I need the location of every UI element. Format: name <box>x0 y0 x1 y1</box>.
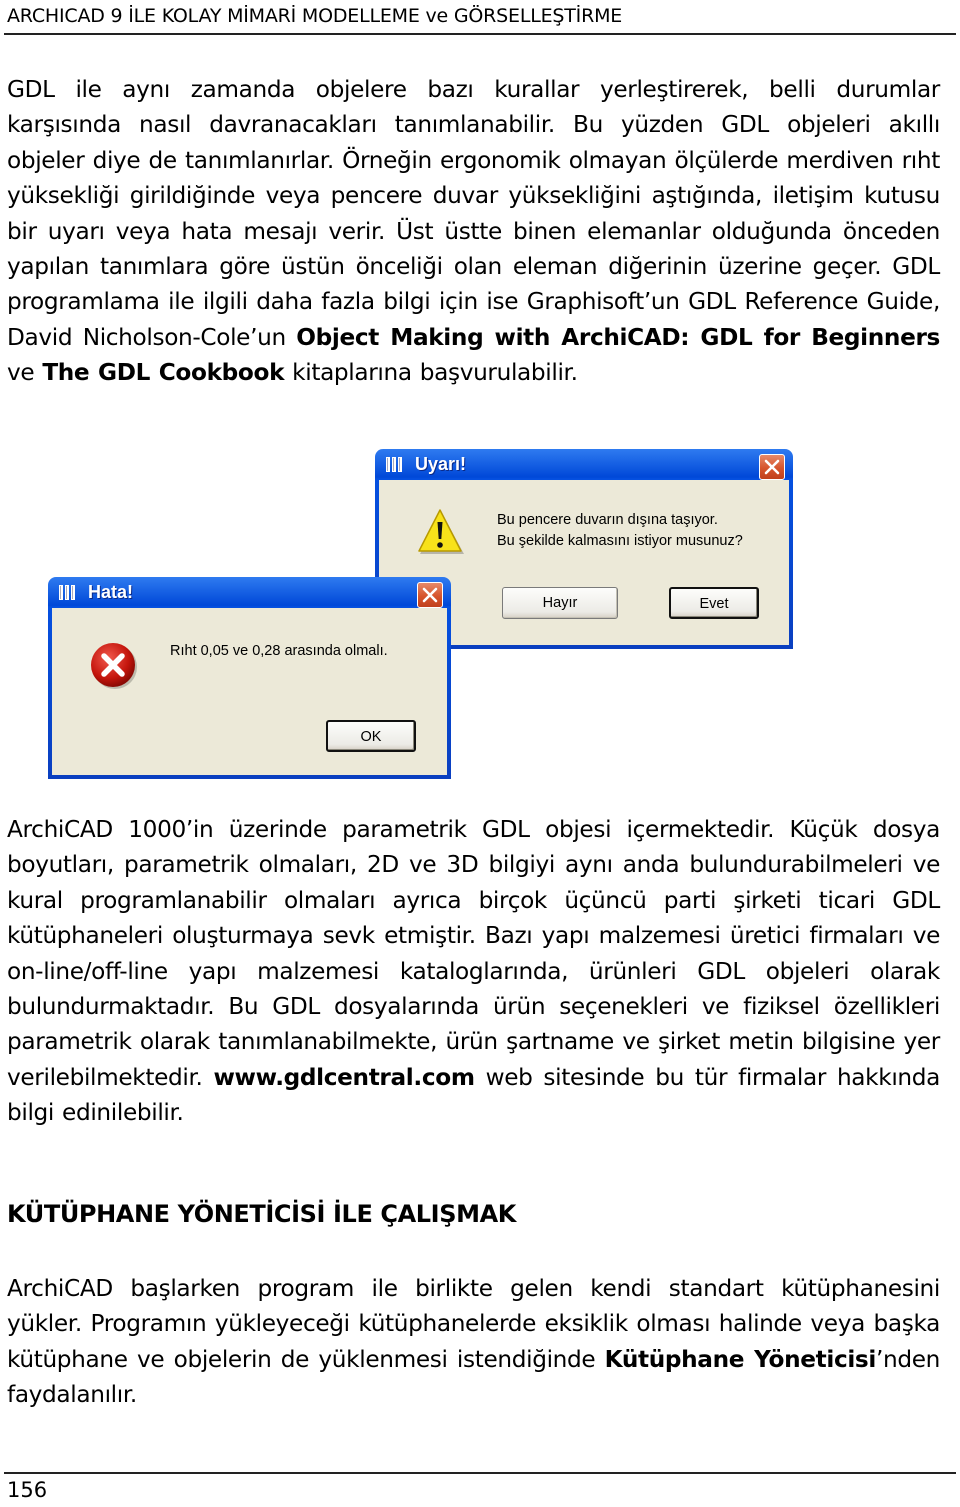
warning-message-line: Bu pencere duvarın dışına taşıyor. <box>497 512 718 528</box>
warning-triangle-icon <box>418 509 464 554</box>
book-title-object-making: Object Making with ArchiCAD: GDL for Beg… <box>296 323 940 351</box>
gdlcentral-link[interactable]: www.gdlcentral.com <box>213 1064 475 1091</box>
yes-button[interactable]: Evet <box>669 587 759 619</box>
warning-dialog-title: Uyarı! <box>415 454 467 474</box>
paragraph-gdl-library: ArchiCAD 1000’in üzerinde parametrik GDL… <box>7 812 940 1131</box>
paragraph-library-manager: ArchiCAD başlarken program ile birlikte … <box>7 1271 940 1413</box>
error-dialog-close-button[interactable] <box>417 582 443 608</box>
page-number: 156 <box>7 1478 48 1502</box>
paragraph-text: kitaplarına başvurulabilir. <box>284 359 578 387</box>
error-circle-icon <box>91 643 137 689</box>
footer-rule <box>4 1472 956 1474</box>
error-message: Rıht 0,05 ve 0,28 arasında olmalı. <box>170 643 388 659</box>
ok-button[interactable]: OK <box>326 720 416 752</box>
warning-message: Bu pencere duvarın dışına taşıyor. Bu şe… <box>497 510 743 552</box>
paragraph-text: ve <box>7 359 43 387</box>
warning-message-line: Bu şekilde kalmasını istiyor musunuz? <box>497 533 743 549</box>
error-dialog-titlebar[interactable]: Hata! <box>52 577 447 608</box>
no-button[interactable]: Hayır <box>502 587 618 619</box>
error-dialog-title: Hata! <box>88 582 134 602</box>
header-rule <box>4 33 956 35</box>
book-title-gdl-cookbook: The GDL Cookbook <box>42 359 285 387</box>
archicad-app-icon <box>59 585 75 600</box>
paragraph-gdl-rules: GDL ile aynı zamanda objelere bazı kural… <box>7 72 940 391</box>
paragraph-text: GDL ile aynı zamanda objelere bazı kural… <box>7 76 940 351</box>
running-header: ARCHICAD 9 İLE KOLAY MİMARİ MODELLEME ve… <box>7 5 623 27</box>
close-icon <box>422 587 438 603</box>
warning-dialog-close-button[interactable] <box>759 454 785 480</box>
close-icon <box>764 459 780 475</box>
error-dialog: Hata! Rıht 0,05 ve 0,28 arasında olmalı.… <box>48 577 451 779</box>
error-dialog-body: Rıht 0,05 ve 0,28 arasında olmalı. OK <box>52 608 447 775</box>
section-heading: KÜTÜPHANE YÖNETİCİSİ İLE ÇALIŞMAK <box>7 1200 516 1228</box>
archicad-app-icon <box>386 457 402 472</box>
library-manager-term: Kütüphane Yöneticisi <box>604 1345 877 1373</box>
paragraph-text: ArchiCAD 1000’in üzerinde parametrik GDL… <box>7 816 940 1091</box>
warning-dialog-titlebar[interactable]: Uyarı! <box>379 449 789 480</box>
